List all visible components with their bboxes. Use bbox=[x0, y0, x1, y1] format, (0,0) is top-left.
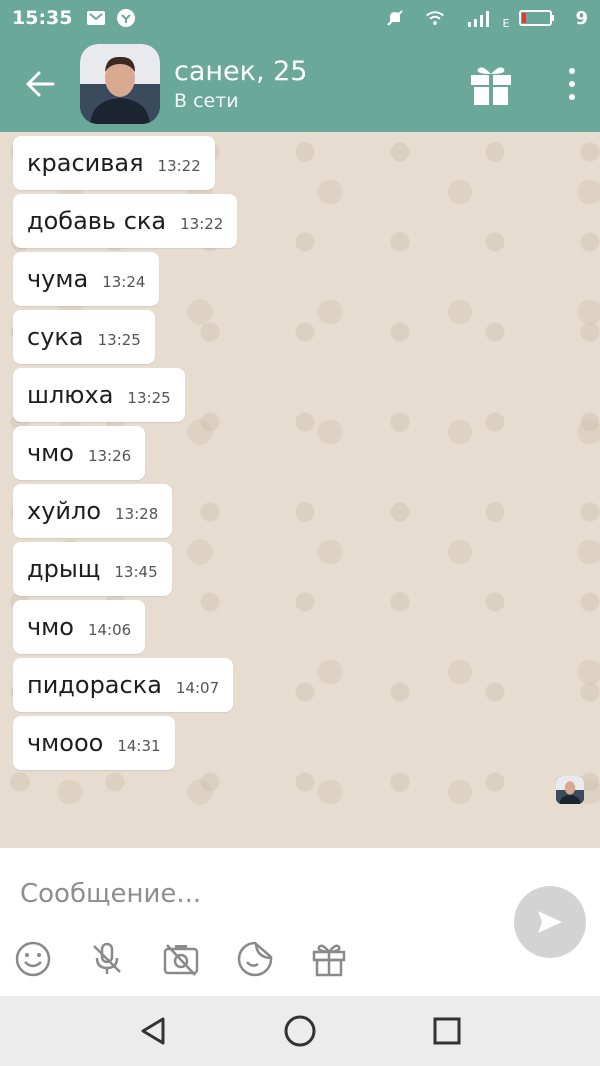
mute-icon bbox=[385, 9, 405, 27]
message-text: чмо bbox=[27, 613, 74, 641]
message-bubble[interactable]: хуйло 13:28 bbox=[13, 484, 173, 538]
message-composer bbox=[0, 848, 600, 996]
circle-home-icon bbox=[284, 1015, 316, 1047]
composer-toolbar bbox=[14, 940, 348, 978]
network-type-label: E bbox=[502, 16, 510, 30]
sticker-button[interactable] bbox=[236, 940, 274, 978]
send-button[interactable] bbox=[514, 886, 586, 958]
battery-icon bbox=[519, 9, 555, 27]
message-text: чума bbox=[27, 265, 89, 293]
wifi-icon bbox=[425, 9, 445, 27]
message-text: пидораска bbox=[27, 671, 162, 699]
message-bubble[interactable]: шлюха 13:25 bbox=[13, 368, 185, 422]
message-text: шлюха bbox=[27, 381, 114, 409]
message-bubble[interactable]: сука 13:25 bbox=[13, 310, 155, 364]
message-bubble[interactable]: красивая 13:22 bbox=[13, 136, 215, 190]
message-bubble[interactable]: чмо 14:06 bbox=[13, 600, 146, 654]
arrow-left-icon bbox=[26, 71, 55, 97]
message-text: красивая bbox=[27, 149, 144, 177]
message-text: сука bbox=[27, 323, 84, 351]
nav-recents-button[interactable] bbox=[425, 1009, 469, 1053]
status-time: 15:35 bbox=[12, 7, 73, 29]
nav-back-button[interactable] bbox=[131, 1009, 175, 1053]
gift-outline-icon bbox=[312, 944, 346, 977]
message-time: 13:25 bbox=[97, 331, 141, 349]
contact-name: санек, 25 bbox=[174, 56, 308, 87]
message-text: добавь ска bbox=[27, 207, 167, 235]
message-time: 13:26 bbox=[87, 447, 132, 465]
camera-off-icon bbox=[163, 944, 199, 976]
contact-info[interactable]: санек, 25 В сети bbox=[174, 56, 307, 112]
message-time: 14:07 bbox=[175, 679, 220, 697]
emoji-button[interactable] bbox=[14, 940, 52, 978]
avatar-photo bbox=[80, 44, 160, 124]
message-time: 14:06 bbox=[87, 621, 132, 639]
voice-message-button[interactable] bbox=[88, 940, 126, 978]
more-dot-icon bbox=[569, 94, 575, 100]
message-bubble[interactable]: чума 13:24 bbox=[13, 252, 160, 306]
contact-avatar[interactable] bbox=[80, 44, 160, 124]
square-recents-icon bbox=[433, 1017, 461, 1045]
system-navigation-bar bbox=[0, 996, 600, 1066]
chat-area[interactable]: красивая 13:22 добавь ска 13:22 чума 13:… bbox=[0, 132, 600, 848]
message-time: 13:22 bbox=[180, 215, 224, 233]
message-bubble[interactable]: пидораска 14:07 bbox=[13, 658, 234, 712]
nav-home-button[interactable] bbox=[278, 1009, 322, 1053]
message-input[interactable] bbox=[20, 872, 480, 916]
read-receipt-photo bbox=[556, 776, 584, 804]
signal-icon bbox=[465, 9, 495, 27]
back-button[interactable] bbox=[0, 36, 80, 132]
more-dot-icon bbox=[569, 81, 575, 87]
message-list: красивая 13:22 добавь ска 13:22 чума 13:… bbox=[13, 136, 238, 770]
status-bar: 15:35 E 9 bbox=[0, 0, 600, 36]
sticker-icon bbox=[237, 941, 273, 977]
chat-header: санек, 25 В сети bbox=[0, 36, 600, 132]
more-dot-icon bbox=[569, 68, 575, 74]
message-bubble[interactable]: чмо 13:26 bbox=[13, 426, 146, 480]
message-text: чмо bbox=[27, 439, 74, 467]
message-time: 13:24 bbox=[102, 273, 146, 291]
message-time: 13:22 bbox=[157, 157, 201, 175]
status-right: E 9 bbox=[385, 7, 588, 30]
emoji-icon bbox=[15, 941, 51, 977]
send-icon bbox=[538, 911, 562, 933]
message-text: дрыщ bbox=[27, 555, 101, 583]
app-notification-icon bbox=[116, 9, 136, 27]
contact-status: В сети bbox=[174, 90, 239, 112]
message-text: хуйло bbox=[27, 497, 102, 525]
gift-tool-button[interactable] bbox=[310, 940, 348, 978]
message-notification-icon bbox=[86, 9, 106, 27]
gift-icon bbox=[471, 67, 511, 105]
battery-level: 9 bbox=[575, 7, 588, 29]
message-time: 13:45 bbox=[114, 563, 158, 581]
message-time: 14:31 bbox=[117, 737, 161, 755]
more-options-button[interactable] bbox=[564, 64, 580, 104]
photo-button[interactable] bbox=[162, 940, 200, 978]
read-receipt-avatar bbox=[556, 776, 584, 804]
message-time: 13:28 bbox=[115, 505, 159, 523]
message-text: чмооо bbox=[27, 729, 104, 757]
message-bubble[interactable]: дрыщ 13:45 bbox=[13, 542, 172, 596]
gift-button[interactable] bbox=[468, 64, 514, 106]
mic-off-icon bbox=[93, 942, 121, 974]
triangle-back-icon bbox=[141, 1017, 165, 1045]
message-time: 13:25 bbox=[127, 389, 171, 407]
message-bubble[interactable]: добавь ска 13:22 bbox=[13, 194, 238, 248]
message-bubble[interactable]: чмооо 14:31 bbox=[13, 716, 175, 770]
